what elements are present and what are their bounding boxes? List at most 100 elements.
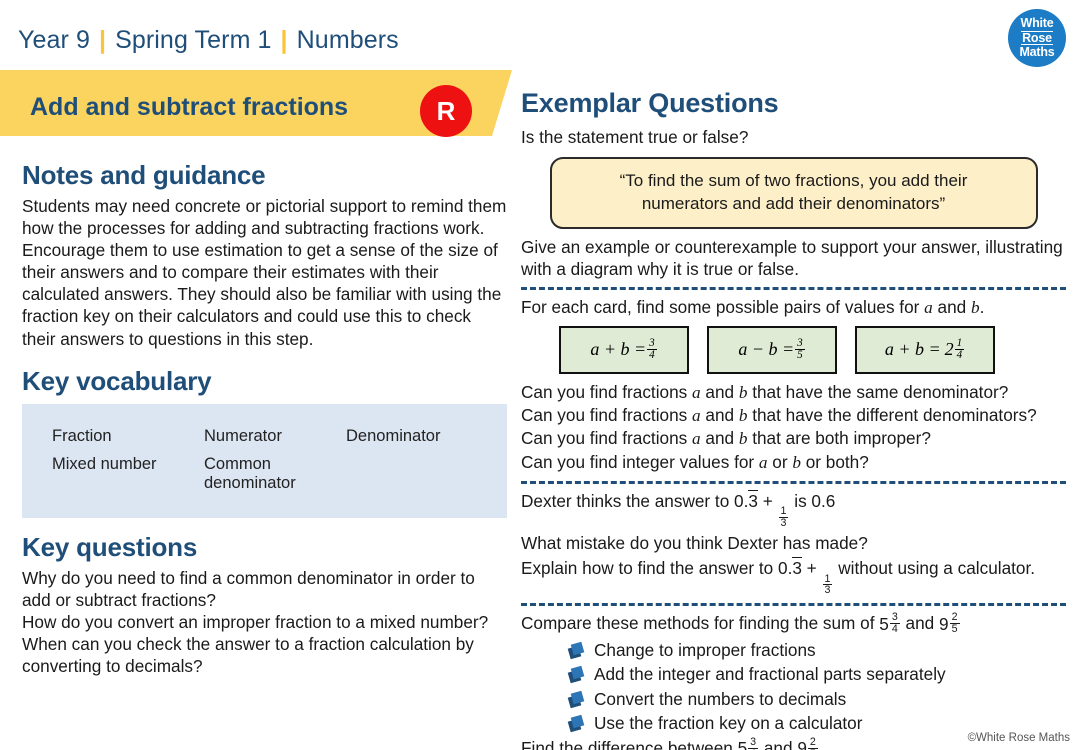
q4-pre: Compare these methods for finding the su… (521, 613, 880, 634)
breadcrumb: Year 9 | Spring Term 1 | Numbers (18, 26, 399, 55)
question-3-line-2: What mistake do you think Dexter has mad… (521, 533, 868, 554)
fraction-numerator: 3 (649, 336, 655, 349)
q3-post: is 0.6 (789, 491, 836, 512)
diamond-bullet-icon (567, 714, 585, 733)
white-rose-maths-logo: White Rose Maths (1008, 9, 1066, 67)
q3-plus: + (757, 491, 778, 512)
equation-card-list: a + b = 3 4 a − b = 3 5 a + b = 2 1 4 (559, 325, 1066, 374)
section-divider (521, 287, 1066, 291)
fraction-denominator: 3 (778, 517, 789, 530)
fraction-numerator: 2 (809, 736, 816, 749)
mixed-fraction: 34 (748, 736, 759, 750)
methods-list: Change to improper fractions Add the int… (567, 639, 1066, 735)
section-divider (521, 603, 1066, 607)
notes-text: Students may need concrete or pictorial … (22, 196, 507, 349)
equation-card[interactable]: a − b = 3 5 (707, 325, 837, 374)
equation-card[interactable]: a + b = 2 1 4 (855, 325, 995, 374)
key-question-item: Why do you need to find a common denomin… (22, 567, 475, 610)
subitem-pre: Can you find fractions (521, 405, 693, 426)
method-label: Convert the numbers to decimals (594, 688, 847, 709)
page-title: Add and subtract fractions (30, 93, 349, 121)
q5-and: and (759, 738, 798, 750)
quote-line-1: “To find the sum of two fractions, you a… (619, 171, 968, 191)
diamond-bullet-icon (567, 641, 585, 660)
subitem-post: that have the different denominators? (747, 405, 1037, 426)
breadcrumb-term: Spring Term 1 (115, 26, 272, 54)
breadcrumb-topic: Numbers (296, 26, 399, 54)
q3-line3-pre: Explain how to find the answer to 0. (521, 558, 793, 579)
section-divider (521, 481, 1066, 485)
quote-line-2: numerators and add their denominators” (641, 193, 946, 213)
fraction-numerator: 1 (824, 572, 831, 585)
q2-prompt-end: . (979, 297, 985, 318)
vocabulary-box: Fraction Numerator Denominator Mixed num… (22, 403, 507, 518)
fraction-numerator: 3 (750, 736, 757, 749)
question-2-prompt: For each card, find some possible pairs … (521, 296, 1066, 319)
mixed-whole: 9 (939, 613, 949, 634)
question-3-line-1: Dexter thinks the answer to 0.3 + 13 is … (521, 490, 1066, 529)
subitem-var-a: a (758, 452, 768, 472)
breadcrumb-year: Year 9 (18, 26, 90, 54)
key-question-item: When can you check the answer to a fract… (22, 633, 474, 677)
vocabulary-term: Denominator (346, 426, 441, 445)
worksheet-page: Year 9 | Spring Term 1 | Numbers White R… (0, 0, 1084, 750)
equation-card[interactable]: a + b = 3 4 (559, 325, 689, 374)
vocabulary-term: Fraction (52, 426, 112, 445)
mixed-fraction: 34 (889, 611, 900, 636)
fraction-denominator: 3 (822, 584, 833, 597)
vocabulary-term: Mixed number (52, 454, 157, 473)
breadcrumb-separator-1: | (98, 26, 107, 54)
card-fraction: 3 4 (647, 336, 657, 362)
fraction-numerator: 1 (780, 505, 787, 518)
logo-line-3: Maths (1019, 45, 1055, 60)
vocabulary-term: Common denominator (204, 454, 296, 492)
diamond-bullet-icon (567, 690, 585, 709)
logo-line-2: Rose (1021, 30, 1053, 46)
method-label: Change to improper fractions (594, 640, 816, 661)
recurring-decimal-digit: 3 (748, 490, 758, 512)
q2-prompt-and: and (932, 297, 971, 318)
subitem-var-a: a (692, 406, 701, 426)
fraction-denominator: 5 (795, 349, 805, 362)
question-2-subitem: Can you find fractions a and b that have… (521, 404, 1066, 427)
top-bar: Year 9 | Spring Term 1 | Numbers White R… (0, 0, 1084, 68)
subitem-var-a: a (692, 382, 701, 402)
card-equation-lhs: a + b = (884, 339, 941, 360)
fraction-denominator: 4 (954, 349, 965, 362)
question-4-prompt: Compare these methods for finding the su… (521, 612, 1066, 635)
method-item: Change to improper fractions (567, 639, 1066, 662)
fraction-denominator: 4 (889, 623, 900, 636)
q3-pre: Dexter thinks the answer to 0. (521, 491, 749, 512)
vocabulary-heading: Key vocabulary (22, 365, 212, 396)
question-2-sublist: Can you find fractions a and b that have… (521, 381, 1066, 474)
copyright-notice: ©White Rose Maths (967, 732, 1070, 744)
fraction-denominator: 5 (949, 623, 960, 636)
left-column: Notes and guidance Students may need con… (22, 160, 507, 677)
mixed-fraction: 25 (807, 736, 818, 750)
mixed-number: 925 (939, 612, 961, 635)
mixed-number: 534 (879, 612, 901, 635)
diamond-bullet-icon (567, 666, 585, 684)
q2-variable-b: b (970, 298, 980, 318)
subitem-post: or both? (800, 451, 869, 472)
fraction-numerator: 3 (891, 611, 898, 624)
recurring-decimal-digit: 3 (792, 557, 802, 579)
subitem-mid: or (767, 451, 793, 472)
method-item: Convert the numbers to decimals (567, 688, 1066, 711)
subitem-mid: and (700, 428, 739, 449)
method-item: Add the integer and fractional parts sep… (567, 663, 1066, 686)
card-equation-lhs: a + b = (590, 339, 647, 360)
q3-line3-post: without using a calculator. (833, 558, 1036, 579)
mixed-number: 534 (738, 737, 760, 750)
subitem-post: that have the same denominator? (747, 381, 1009, 402)
subitem-var-b: b (792, 452, 801, 472)
vocabulary-term: Numerator (204, 426, 282, 445)
q3-fraction: 13 (778, 505, 789, 530)
vocabulary-row: Fraction Numerator Denominator (52, 427, 477, 446)
q4-and: and (900, 613, 939, 634)
status-badge: R (420, 85, 472, 137)
mixed-fraction: 25 (949, 612, 960, 636)
breadcrumb-separator-2: | (280, 26, 288, 54)
card-equation-lhs: a − b = (738, 339, 795, 360)
fraction-numerator: 1 (956, 336, 963, 349)
